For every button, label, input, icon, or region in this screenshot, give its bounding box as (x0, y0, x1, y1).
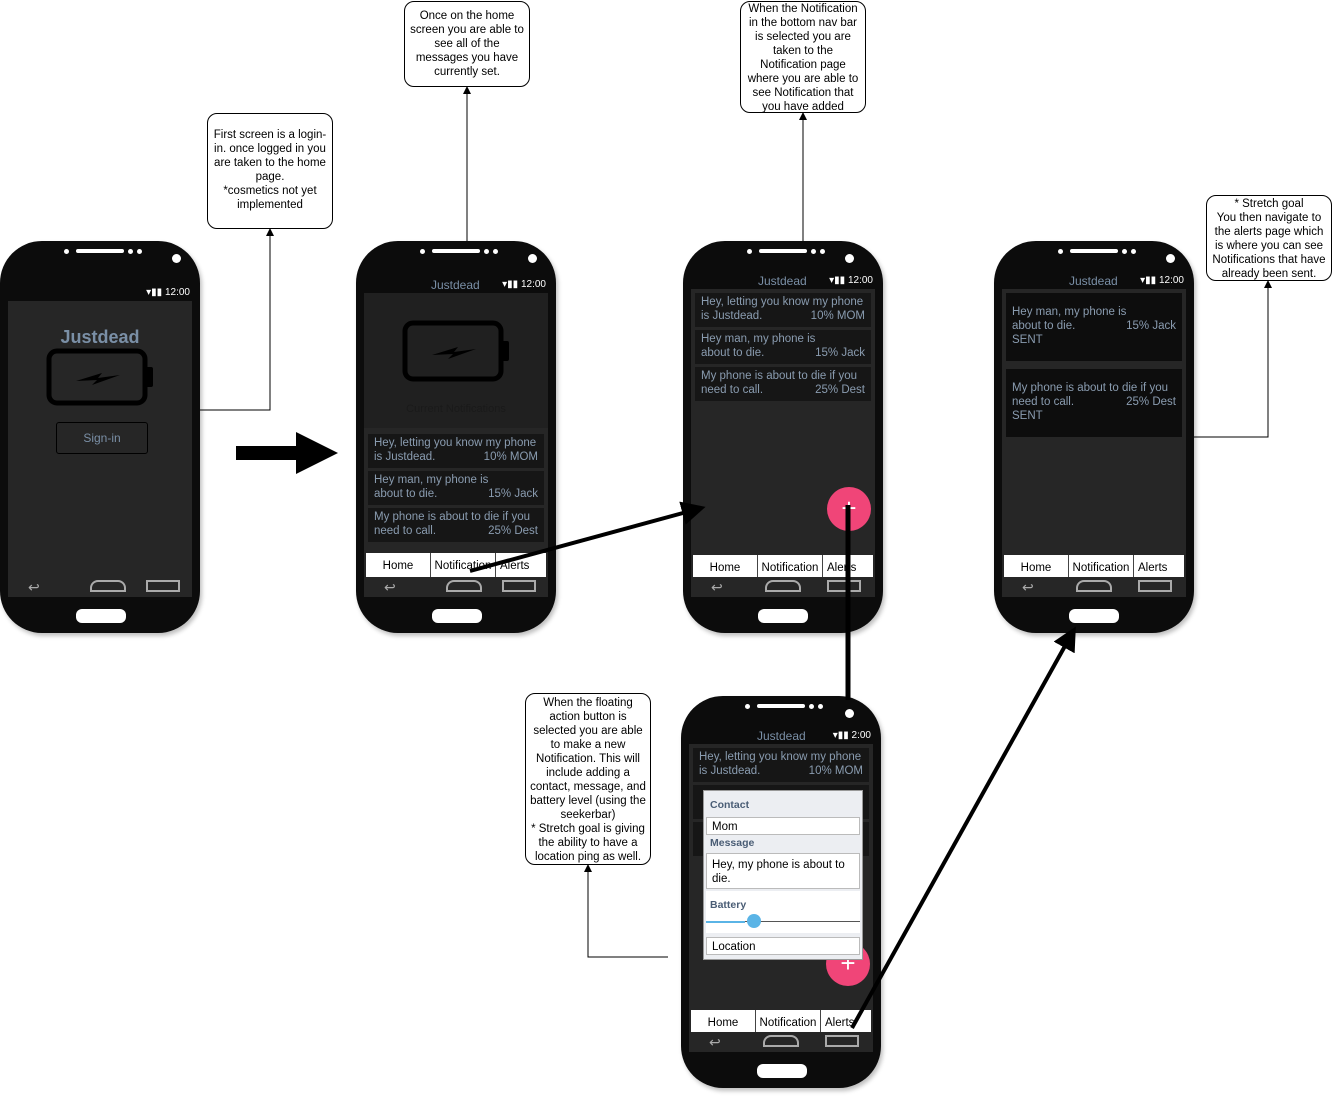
home-nav-icon[interactable] (446, 580, 482, 592)
system-nav-bar: ↩ (1002, 577, 1186, 597)
back-icon[interactable]: ↩ (709, 1034, 721, 1051)
callout-home: Once on the home screen you are able to … (404, 1, 530, 87)
battery-logo-icon (402, 320, 509, 382)
recents-icon[interactable] (502, 580, 536, 592)
add-notification-screen: Hey, letting you know my phone is Justde… (689, 744, 873, 1052)
connector-fab (584, 864, 668, 958)
battery-panel: Battery (706, 891, 860, 933)
battery-header-panel: Current Notifications (364, 293, 548, 428)
phone-add-notification: Justdead ▾▮▮ 2:00 Hey, letting you know … (681, 696, 881, 1088)
current-notifications-label: Current Notifications (406, 403, 506, 415)
hardware-home-button[interactable] (76, 609, 126, 623)
login-screen: Justdead Sign-in (8, 301, 192, 597)
bottom-nav: Home Notification Alerts (366, 553, 546, 579)
notification-card[interactable]: Hey, letting you know my phone is Justde… (695, 293, 871, 327)
signin-button[interactable]: Sign-in (56, 422, 148, 454)
connector-alerts (1194, 280, 1272, 438)
camera-icon (845, 709, 854, 718)
notifications-screen: Hey, letting you know my phone is Justde… (691, 289, 875, 597)
camera-icon (172, 254, 181, 263)
alerts-screen: Hey man, my phone is about to die. 15% Ja… (1002, 289, 1186, 597)
status-time: 2:00 (851, 730, 871, 741)
hardware-home-button[interactable] (432, 609, 482, 623)
hardware-home-button[interactable] (1069, 609, 1119, 623)
back-icon[interactable]: ↩ (28, 579, 40, 596)
wifi-signal-icon: ▾▮▮ (502, 279, 521, 290)
status-time: 12:00 (164, 287, 190, 298)
system-nav-bar: ↩ (689, 1032, 873, 1052)
system-nav-bar: ↩ (364, 577, 548, 597)
camera-icon (1166, 254, 1175, 263)
hardware-home-button[interactable] (758, 609, 808, 623)
callout-alerts: * Stretch goal You then navigate to the … (1206, 195, 1332, 281)
connector-login (200, 228, 274, 411)
phone-login: ▾▮▮ 12:00 Justdead Sign-in ↩ (0, 241, 200, 633)
status-time: 12:00 (520, 279, 546, 290)
wifi-signal-icon: ▾▮▮ (829, 275, 848, 286)
notification-card[interactable]: My phone is about to die if you need to … (695, 367, 871, 401)
callout-fab: When the floating action button is selec… (525, 693, 651, 865)
battery-seekbar-thumb[interactable] (747, 914, 761, 928)
system-nav-bar: ↩ (8, 577, 192, 597)
app-title: Justdead (431, 278, 480, 292)
phone-alerts: Justdead ▾▮▮ 12:00 Hey man, my phone is … (994, 241, 1194, 633)
status-time: 12:00 (1158, 275, 1184, 286)
home-screen: Current Notifications Hey, letting you k… (364, 293, 548, 597)
notification-card[interactable]: Hey, letting you know my phone is Justde… (693, 748, 869, 782)
home-nav-icon[interactable] (1076, 580, 1112, 592)
system-nav-bar: ↩ (691, 577, 875, 597)
battery-seekbar-fill (706, 921, 745, 923)
hardware-home-button[interactable] (757, 1064, 807, 1078)
location-field[interactable]: Location (706, 937, 860, 955)
message-field[interactable]: Hey, my phone is about to die. (706, 853, 860, 889)
camera-icon (528, 254, 537, 263)
message-label: Message (710, 837, 755, 849)
battery-logo-icon (46, 348, 153, 406)
sent-card[interactable]: Hey man, my phone is about to die. 15% Ja… (1006, 293, 1182, 361)
callout-login: First screen is a login-in. once logged … (207, 113, 333, 229)
app-title: Justdead (758, 274, 807, 288)
recents-icon[interactable] (825, 1035, 859, 1047)
wifi-signal-icon: ▾▮▮ (832, 730, 852, 741)
phone-home: Justdead ▾▮▮ 12:00 Current Notifications… (356, 241, 556, 633)
home-nav-icon[interactable] (763, 1035, 799, 1047)
callout-notification: When the Notification in the bottom nav … (740, 1, 866, 113)
flow-arrow-alerts (850, 626, 1076, 1029)
back-icon[interactable]: ↩ (711, 579, 723, 596)
home-nav-icon[interactable] (765, 580, 801, 592)
notification-card[interactable]: My phone is about to die if you need to … (368, 508, 544, 542)
back-icon[interactable]: ↩ (384, 579, 396, 596)
notification-card[interactable]: Hey man, my phone is about to die. 15% Ja… (695, 330, 871, 364)
add-notification-fab[interactable]: + (827, 487, 871, 531)
nav-alerts[interactable]: Alerts (496, 553, 546, 579)
new-notification-dialog: Contact Mom Message Hey, my phone is abo… (703, 790, 863, 960)
app-title: Justdead (1069, 274, 1118, 288)
home-nav-icon[interactable] (90, 580, 126, 592)
contact-label: Contact (710, 799, 750, 811)
login-title: Justdead (60, 327, 140, 347)
recents-icon[interactable] (827, 580, 861, 592)
wifi-signal-icon: ▾▮▮ (146, 287, 165, 298)
flow-arrow-login-home (236, 432, 338, 474)
battery-label: Battery (710, 899, 747, 911)
back-icon[interactable]: ↩ (1022, 579, 1034, 596)
notification-card[interactable]: Hey, letting you know my phone is Justde… (368, 434, 544, 468)
camera-icon (845, 254, 854, 263)
phone-notifications: Justdead ▾▮▮ 12:00 Hey, letting you know… (683, 241, 883, 633)
contact-field[interactable]: Mom (706, 817, 860, 835)
sent-card[interactable]: My phone is about to die if you need to … (1006, 369, 1182, 437)
app-title: Justdead (757, 729, 806, 743)
nav-home[interactable]: Home (366, 553, 431, 579)
recents-icon[interactable] (1138, 580, 1172, 592)
nav-notification[interactable]: Notification (431, 553, 496, 579)
recents-icon[interactable] (146, 580, 180, 592)
wifi-signal-icon: ▾▮▮ (1140, 275, 1159, 286)
notification-card[interactable]: Hey man, my phone is about to die. 15% Ja… (368, 471, 544, 505)
status-time: 12:00 (847, 275, 873, 286)
